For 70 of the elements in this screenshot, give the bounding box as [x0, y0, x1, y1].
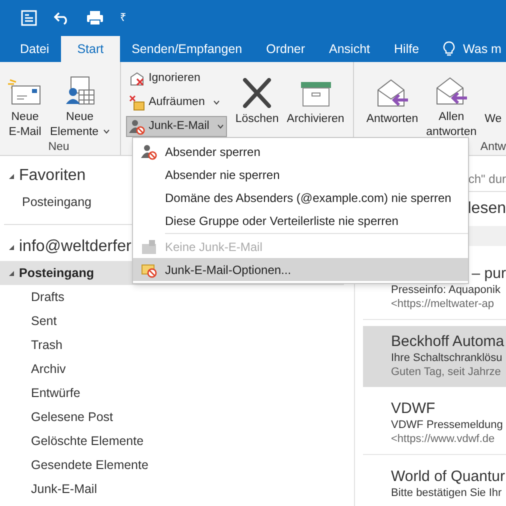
message-item[interactable]: Beckhoff Automa Ihre Schaltschranklösu Guten Tag, seit Jahrze — [363, 326, 506, 387]
printer-icon[interactable] — [86, 10, 104, 26]
section-header[interactable]: Favoriten — [19, 164, 86, 188]
undo-icon[interactable] — [54, 11, 70, 25]
menu-item[interactable]: Domäne des Absenders (@example.com) nie sperren — [133, 186, 468, 209]
reply-envelope-icon — [375, 78, 410, 108]
menu-item[interactable]: Absender sperren — [133, 140, 468, 163]
ribbon-small-button[interactable]: Aufräumen — [126, 92, 228, 113]
blocked-person-icon — [141, 144, 157, 160]
message-sender: – pur — [470, 264, 506, 283]
ribbon-tab[interactable]: Senden/Empfangen — [120, 36, 254, 62]
ribbon-tab[interactable]: Start — [61, 36, 120, 62]
menu-item[interactable]: Junk-E-Mail-Optionen... — [133, 258, 468, 281]
menu-item[interactable]: Absender nie sperren — [133, 163, 468, 186]
expanded-triangle-icon[interactable] — [8, 172, 15, 180]
message-subject: VDWF Pressemeldung — [391, 418, 504, 432]
ribbon-tab[interactable]: Datei — [8, 36, 62, 62]
ribbon-button[interactable]: Neue E-Mail — [4, 62, 46, 140]
ignore-icon — [128, 70, 145, 86]
caret-icon — [217, 124, 224, 129]
delete-x-icon — [241, 78, 274, 108]
folder-item[interactable]: Junk-E-Mail — [0, 477, 354, 501]
customize-toolbar-button[interactable]: ₹ — [120, 10, 126, 26]
tell-me-field[interactable]: Was m — [463, 40, 502, 58]
folder-item[interactable]: Trash — [0, 333, 354, 357]
ribbon-button[interactable]: Löschen — [231, 62, 283, 140]
blocked-person-icon — [128, 118, 145, 134]
envelope-icon — [8, 78, 42, 106]
ribbon-tab[interactable]: Ansicht — [317, 36, 382, 62]
filter-tab[interactable]: lesen — [468, 197, 506, 221]
message-preview: <https://www.vdwf.de — [391, 432, 496, 446]
message-subject: Presseinfo: Aquaponik — [391, 283, 502, 297]
person-calendar-icon — [64, 76, 96, 106]
ribbon-small-button[interactable]: Ignorieren — [126, 68, 228, 89]
folder-item[interactable]: Drafts — [0, 285, 354, 309]
caret-icon — [212, 100, 220, 105]
message-sender: VDWF — [391, 399, 436, 418]
archive-box-icon — [300, 80, 332, 108]
folder-item[interactable]: Sent — [0, 309, 354, 333]
expanded-triangle-icon[interactable] — [8, 270, 15, 276]
cleanup-icon — [128, 94, 145, 110]
message-subject: Ihre Schaltschranklösu — [391, 351, 504, 365]
ribbon-button[interactable]: Archivieren — [282, 62, 348, 140]
folder-item[interactable]: Archiv — [0, 357, 354, 381]
account-header[interactable]: info@weltderfer — [19, 235, 132, 259]
app-window-icon[interactable] — [20, 9, 38, 27]
junk-options-icon — [141, 262, 157, 278]
ribbon-small-button[interactable]: Junk-E-Mail — [126, 116, 228, 137]
message-preview: Guten Tag, seit Jahrze — [391, 365, 502, 379]
folder-item[interactable]: Gelöschte Elemente — [0, 429, 354, 453]
message-item[interactable]: VDWF VDWF Pressemeldung <https://www.vdwf.de — [363, 393, 506, 455]
message-preview: <https://meltwater-ap — [391, 297, 496, 311]
caret-icon — [102, 129, 110, 134]
ribbon-button[interactable]: Neue Elemente — [46, 62, 114, 140]
ribbon-button[interactable]: We — [480, 62, 506, 140]
ribbon-group-label: Neu — [48, 140, 70, 155]
ribbon-group-label: Antw — [480, 140, 506, 155]
folder-item[interactable]: Gesendete Elemente — [0, 453, 354, 477]
ribbon-tab[interactable]: Ordner — [254, 36, 318, 62]
message-sender: World of Quantur — [391, 467, 506, 486]
ribbon-tab[interactable]: Hilfe — [382, 36, 432, 62]
menu-item[interactable]: Diese Gruppe oder Verteilerliste nie sperren — [133, 209, 468, 232]
folder-item[interactable]: Entwürfe — [0, 381, 354, 405]
expanded-triangle-icon[interactable] — [8, 244, 15, 250]
message-sender: Beckhoff Automa — [391, 332, 506, 351]
lightbulb-icon[interactable] — [443, 41, 456, 57]
folder-item[interactable]: Gelesene Post — [0, 405, 354, 429]
message-item[interactable]: World of Quantur Bitte bestätigen Sie Ihr — [363, 461, 506, 506]
message-subject: Bitte bestätigen Sie Ihr — [391, 486, 503, 500]
reply-all-envelope-icon — [434, 76, 468, 106]
